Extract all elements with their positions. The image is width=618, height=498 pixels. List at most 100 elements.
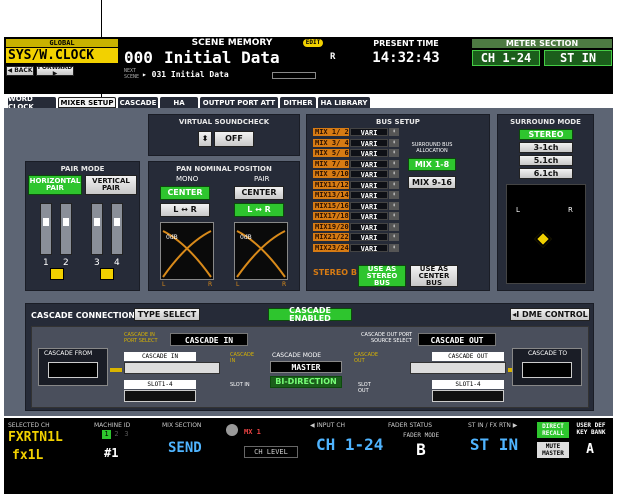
bus-stepper-icon[interactable]: ⬍ — [389, 191, 399, 199]
bus-row: MIX21/22 VARI ⬍ — [313, 233, 399, 242]
bus-type-select[interactable]: VARI — [350, 170, 388, 179]
tab-cascade[interactable]: CASCADE — [118, 97, 158, 108]
bus-name: MIX 3/ 4 — [313, 138, 349, 147]
mono-lr-button[interactable]: L ↔ R — [160, 203, 210, 217]
pair-link-icon-1 — [50, 268, 64, 280]
selected-ch-label: SELECTED CH — [8, 422, 50, 429]
surround-3-1ch-button[interactable]: 3-1ch — [519, 142, 573, 153]
cascade-title: CASCADE CONNECTION — [31, 311, 136, 320]
bus-type-select[interactable]: VARI — [350, 212, 388, 221]
bus-type-select[interactable]: VARI — [350, 138, 388, 148]
bus-name: MIX 5/ 6 — [313, 149, 349, 157]
fader-strip-1 — [40, 203, 52, 255]
soundcheck-stepper[interactable]: ⬍ — [198, 131, 212, 147]
surround-stereo-button[interactable]: STEREO — [519, 129, 573, 140]
bus-stepper-icon[interactable]: ⬍ — [389, 128, 399, 136]
cascade-mode-value[interactable]: MASTER — [270, 361, 342, 373]
fader-status-label: FADER STATUS — [388, 422, 433, 429]
input-ch-button[interactable]: CH 1-24 — [316, 434, 388, 456]
pan-pair-label: PAIR — [254, 175, 270, 183]
bus-type-select[interactable]: VARI — [350, 243, 388, 253]
use-as-center-bus-button[interactable]: USE AS CENTER BUS — [410, 265, 458, 287]
bus-type-select[interactable]: VARI — [350, 149, 388, 158]
bus-row: MIX17/18 VARI ⬍ — [313, 212, 399, 221]
scene-name[interactable]: Initial Data — [164, 49, 314, 66]
bus-type-select[interactable]: VARI — [350, 201, 388, 211]
scene-number[interactable]: 000 — [124, 49, 160, 66]
bus-stepper-icon[interactable]: ⬍ — [389, 170, 399, 178]
bus-type-select[interactable]: VARI — [350, 159, 388, 169]
bus-stepper-icon[interactable]: ⬍ — [389, 180, 399, 189]
bottom-bar — [4, 418, 613, 494]
mix1-indicator: MX 1 — [244, 428, 261, 436]
bus-stepper-icon[interactable]: ⬍ — [389, 243, 399, 252]
surround-5-1ch-button[interactable]: 5.1ch — [519, 155, 573, 166]
fader-mode-value: B — [416, 440, 426, 459]
surround-6-1ch-button[interactable]: 6.1ch — [519, 168, 573, 179]
dme-control-button[interactable]: ◂I DME CONTROL — [510, 308, 590, 321]
cascade-out-label: CASCADE OUT — [432, 352, 504, 361]
meter-section-label: METER SECTION — [472, 39, 612, 48]
mono-center-button[interactable]: CENTER — [160, 186, 210, 200]
horizontal-pair-button[interactable]: HORIZONTAL PAIR — [28, 175, 82, 195]
fader-strip-3 — [91, 203, 103, 255]
mute-master-button[interactable]: MUTE MASTER — [537, 442, 569, 458]
cascade-enabled-button[interactable]: CASCADE ENABLED — [268, 306, 352, 322]
cascade-out-port-select[interactable]: CASCADE OUT — [418, 333, 496, 346]
bi-direction-button[interactable]: BI-DIRECTION — [270, 376, 342, 388]
type-select-button[interactable]: TYPE SELECT — [134, 308, 200, 321]
bus-stepper-icon[interactable]: ⬍ — [389, 201, 399, 210]
back-button[interactable]: ◀ BACK — [6, 66, 34, 76]
slot-right-connector — [432, 390, 504, 402]
center-cascade-out: CASCADE OUT — [354, 352, 379, 364]
input-ch-label: ◀ INPUT CH — [310, 422, 346, 429]
tab-mixer-setup[interactable]: MIXER SETUP — [58, 97, 116, 108]
bus-type-select[interactable]: VARI — [350, 180, 388, 190]
surround-mode-title: SURROUND MODE — [510, 118, 581, 126]
next-scene-label: NEXT SCENE — [124, 68, 140, 80]
meter-ch-button[interactable]: CH 1-24 — [472, 50, 540, 66]
bus-stepper-icon[interactable]: ⬍ — [389, 233, 399, 241]
fader-strip-4 — [111, 203, 123, 255]
tab-dither[interactable]: DITHER — [280, 97, 316, 108]
bus-type-select[interactable]: VARI — [350, 128, 388, 137]
pair-r-label: R — [282, 281, 287, 288]
bus-stepper-icon[interactable]: ⬍ — [389, 138, 399, 147]
tab-ha-library[interactable]: HA LIBRARY — [318, 97, 370, 108]
tab-output-port-att[interactable]: OUTPUT PORT ATT — [200, 97, 278, 108]
ch-level-button[interactable]: CH LEVEL — [244, 446, 298, 458]
bus-stepper-icon[interactable]: ⬍ — [389, 159, 399, 168]
bus-row: MIX 9/10 VARI ⬍ — [313, 170, 399, 179]
user-def-bank[interactable]: A — [578, 442, 602, 458]
tab-ha[interactable]: HA — [160, 97, 198, 108]
bus-stepper-icon[interactable]: ⬍ — [389, 212, 399, 220]
bus-row: MIX15/16 VARI ⬍ — [313, 201, 399, 211]
bus-stepper-icon[interactable]: ⬍ — [389, 149, 399, 157]
vertical-pair-button[interactable]: VERTICAL PAIR — [85, 175, 137, 195]
pair-center-button[interactable]: CENTER — [234, 186, 284, 200]
global-value[interactable]: SYS/W.CLOCK — [6, 48, 118, 63]
direct-recall-button[interactable]: DIRECT RECALL — [537, 422, 569, 438]
bus-stepper-icon[interactable]: ⬍ — [389, 222, 399, 231]
bus-row: MIX19/20 VARI ⬍ — [313, 222, 399, 232]
forward-button[interactable]: FORWARD ▶ — [36, 65, 74, 77]
cascade-in-port-select[interactable]: CASCADE IN — [170, 333, 248, 346]
st-fx-label: ST IN / FX RTN ▶ — [468, 422, 518, 429]
use-as-stereo-bus-button[interactable]: USE AS STEREO BUS — [358, 265, 406, 287]
surround-r-label: R — [568, 206, 573, 214]
send-button[interactable]: SEND — [168, 440, 218, 458]
bus-type-select[interactable]: VARI — [350, 191, 388, 200]
soundcheck-value[interactable]: OFF — [214, 131, 254, 147]
bus-type-select[interactable]: VARI — [350, 222, 388, 232]
tab-word-clock[interactable]: WORD CLOCK — [8, 95, 56, 111]
pair-lr-button[interactable]: L ↔ R — [234, 203, 284, 217]
slot-left-label: SLOT1-4 — [124, 380, 196, 389]
next-scene[interactable]: ▸ 031 Initial Data — [142, 70, 262, 80]
meter-stin-button[interactable]: ST IN — [544, 50, 612, 66]
bus-type-select[interactable]: VARI — [350, 233, 388, 242]
pair-l-label: L — [236, 281, 240, 288]
mix-1-8-button[interactable]: MIX 1-8 — [408, 158, 456, 171]
bus-name: MIX19/20 — [313, 222, 349, 231]
mix-9-16-button[interactable]: MIX 9-16 — [408, 176, 456, 189]
st-in-button[interactable]: ST IN — [458, 434, 530, 456]
